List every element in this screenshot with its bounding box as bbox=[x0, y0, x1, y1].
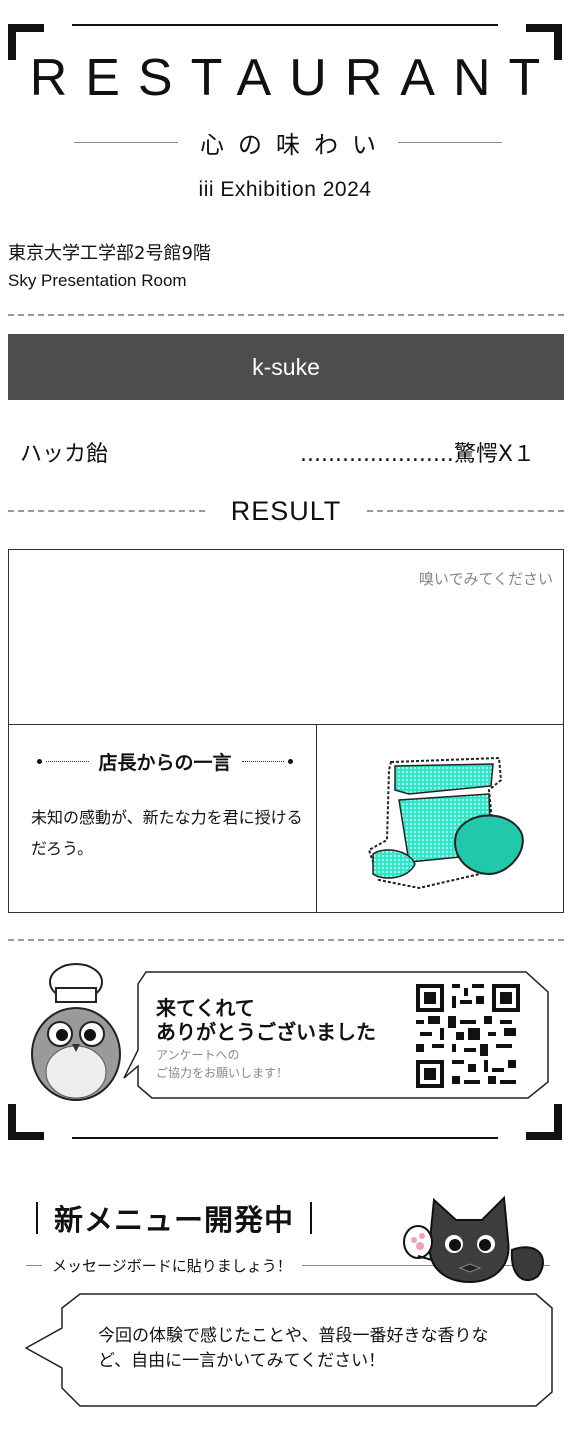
survey-line-1: アンケートへの bbox=[156, 1048, 240, 1062]
divider bbox=[26, 1264, 42, 1266]
card-divider bbox=[9, 724, 563, 725]
result-heading: RESULT bbox=[8, 494, 564, 528]
bullet-dot bbox=[37, 759, 42, 764]
dashed-divider bbox=[8, 314, 564, 316]
bullet-dot bbox=[288, 759, 294, 764]
card-divider bbox=[316, 725, 317, 913]
subtitle-row: 心の味わい bbox=[74, 124, 502, 160]
heading-bar bbox=[310, 1202, 313, 1234]
new-menu-title: 新メニュー開発中 bbox=[54, 1203, 295, 1237]
order-item: ハッカ飴 bbox=[20, 442, 109, 467]
dashed-divider bbox=[367, 510, 564, 512]
result-label: RESULT bbox=[230, 495, 342, 526]
page-title: RESTAURANT bbox=[29, 49, 559, 107]
corner-bracket-bottom-left bbox=[8, 1104, 44, 1140]
guest-name: k-suke bbox=[252, 353, 320, 380]
chief-message: 未知の感動が、新たな力を君に授けるだろう。 bbox=[31, 808, 303, 858]
chief-title: 店長からの一言 bbox=[98, 752, 232, 774]
guest-name-bar: k-suke bbox=[8, 334, 564, 400]
venue-location: 東京大学工学部2号館9階 bbox=[8, 243, 211, 264]
new-menu-heading: 新メニュー開発中 bbox=[36, 1196, 313, 1240]
dashed-divider bbox=[8, 939, 564, 941]
waving-cat-icon bbox=[403, 1195, 544, 1284]
survey-note: アンケートへの ご協力をお願いします！ bbox=[156, 1046, 288, 1082]
exhibition-name: iii Exhibition 2024 bbox=[198, 178, 372, 201]
survey-line-2: ご協力をお願いします！ bbox=[156, 1066, 289, 1080]
dotted-line bbox=[241, 761, 285, 762]
top-rule bbox=[72, 24, 498, 26]
chef-owl-icon bbox=[31, 963, 121, 1101]
smell-hint: 嗅いでみてください bbox=[418, 570, 553, 588]
chief-heading: 店長からの一言 bbox=[37, 748, 294, 775]
dashed-divider bbox=[8, 510, 205, 512]
thanks-line-2: ありがとうございました bbox=[156, 1020, 376, 1044]
comment-prompt: 今回の体験で感じたことや、普段一番好きな香りなど、自由に一言かいてみてください！ bbox=[98, 1326, 489, 1371]
corner-bracket-bottom-right bbox=[526, 1104, 562, 1140]
order-result: ......................驚愕X１ bbox=[300, 442, 535, 467]
thanks-line-1: 来てくれて bbox=[156, 996, 255, 1020]
divider bbox=[74, 141, 178, 143]
qr-code-icon[interactable] bbox=[416, 984, 520, 1088]
subtitle: 心の味わい bbox=[200, 130, 390, 159]
message-board-note: メッセージボードに貼りましょう！ bbox=[52, 1256, 292, 1275]
divider bbox=[398, 141, 502, 143]
dotted-line bbox=[46, 761, 89, 762]
result-card: 嗅いでみてください 店長からの一言 未知の感動が、新たな力を君に授けるだろう。 bbox=[8, 549, 564, 913]
mint-candy-icon bbox=[367, 756, 524, 890]
bottom-rule bbox=[72, 1137, 498, 1139]
venue-room: Sky Presentation Room bbox=[8, 271, 187, 290]
